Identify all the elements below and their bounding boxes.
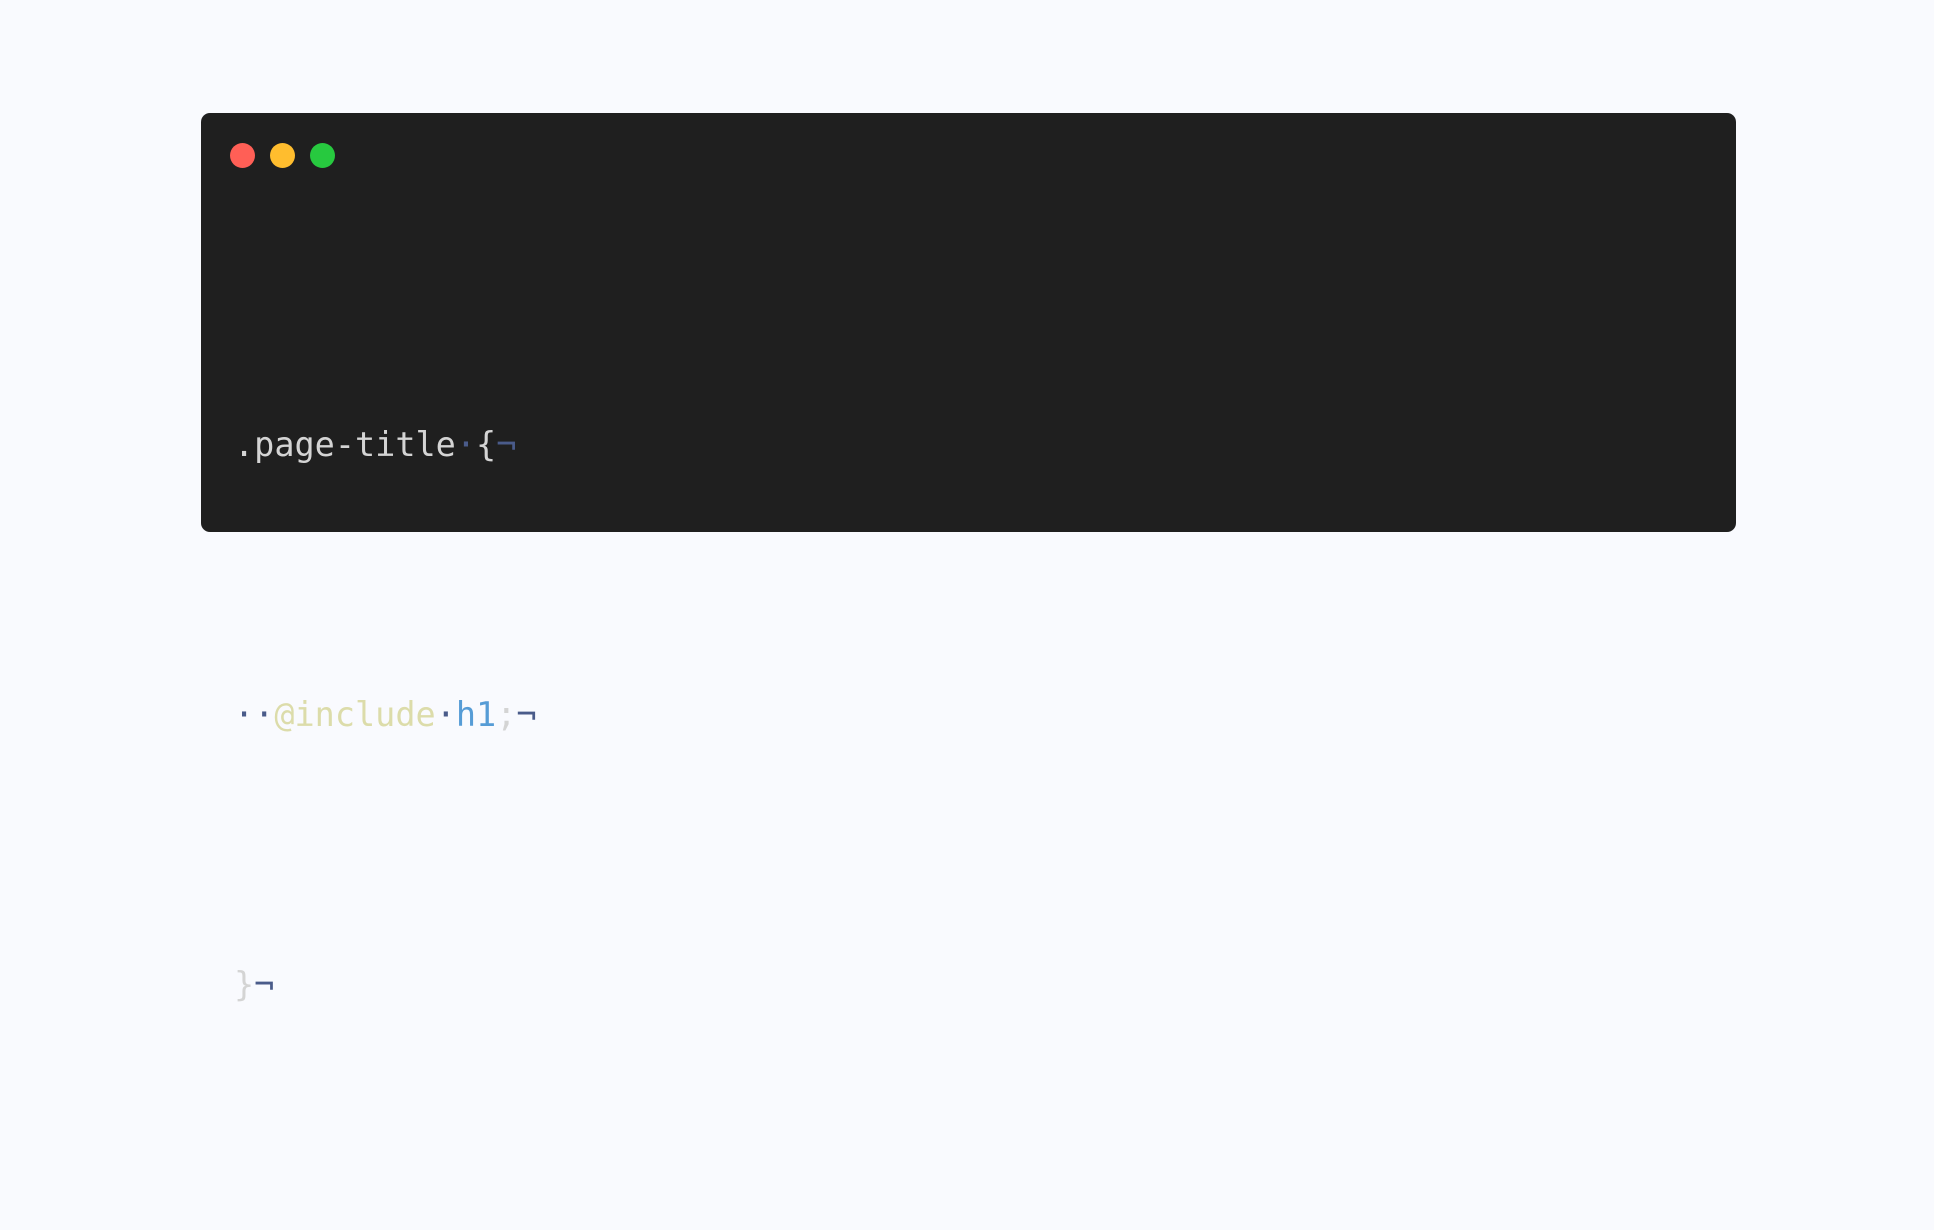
code-line-2: ··@include·h1;¬ [234, 690, 537, 780]
semicolon: ; [496, 695, 517, 734]
window-controls [230, 143, 335, 168]
indent-marker: ·· [234, 695, 275, 734]
mixin-name: h1 [455, 695, 497, 734]
maximize-icon[interactable] [310, 143, 335, 168]
code-block: .page-title·{¬ ··@include·h1;¬ }¬ [234, 240, 537, 1230]
code-line-3: }¬ [234, 960, 537, 1050]
whitespace-marker: · [435, 695, 456, 734]
eol-marker: ¬ [516, 695, 537, 734]
open-brace: { [476, 425, 497, 464]
include-directive: @include [274, 695, 436, 734]
close-brace: } [234, 965, 255, 1004]
close-icon[interactable] [230, 143, 255, 168]
eol-marker: ¬ [496, 425, 517, 464]
css-selector: .page-title [234, 425, 456, 464]
code-window: .page-title·{¬ ··@include·h1;¬ }¬ [201, 113, 1736, 1004]
code-line-1: .page-title·{¬ [234, 420, 537, 510]
minimize-icon[interactable] [270, 143, 295, 168]
eol-marker: ¬ [254, 965, 275, 1004]
whitespace-marker: · [455, 425, 477, 464]
